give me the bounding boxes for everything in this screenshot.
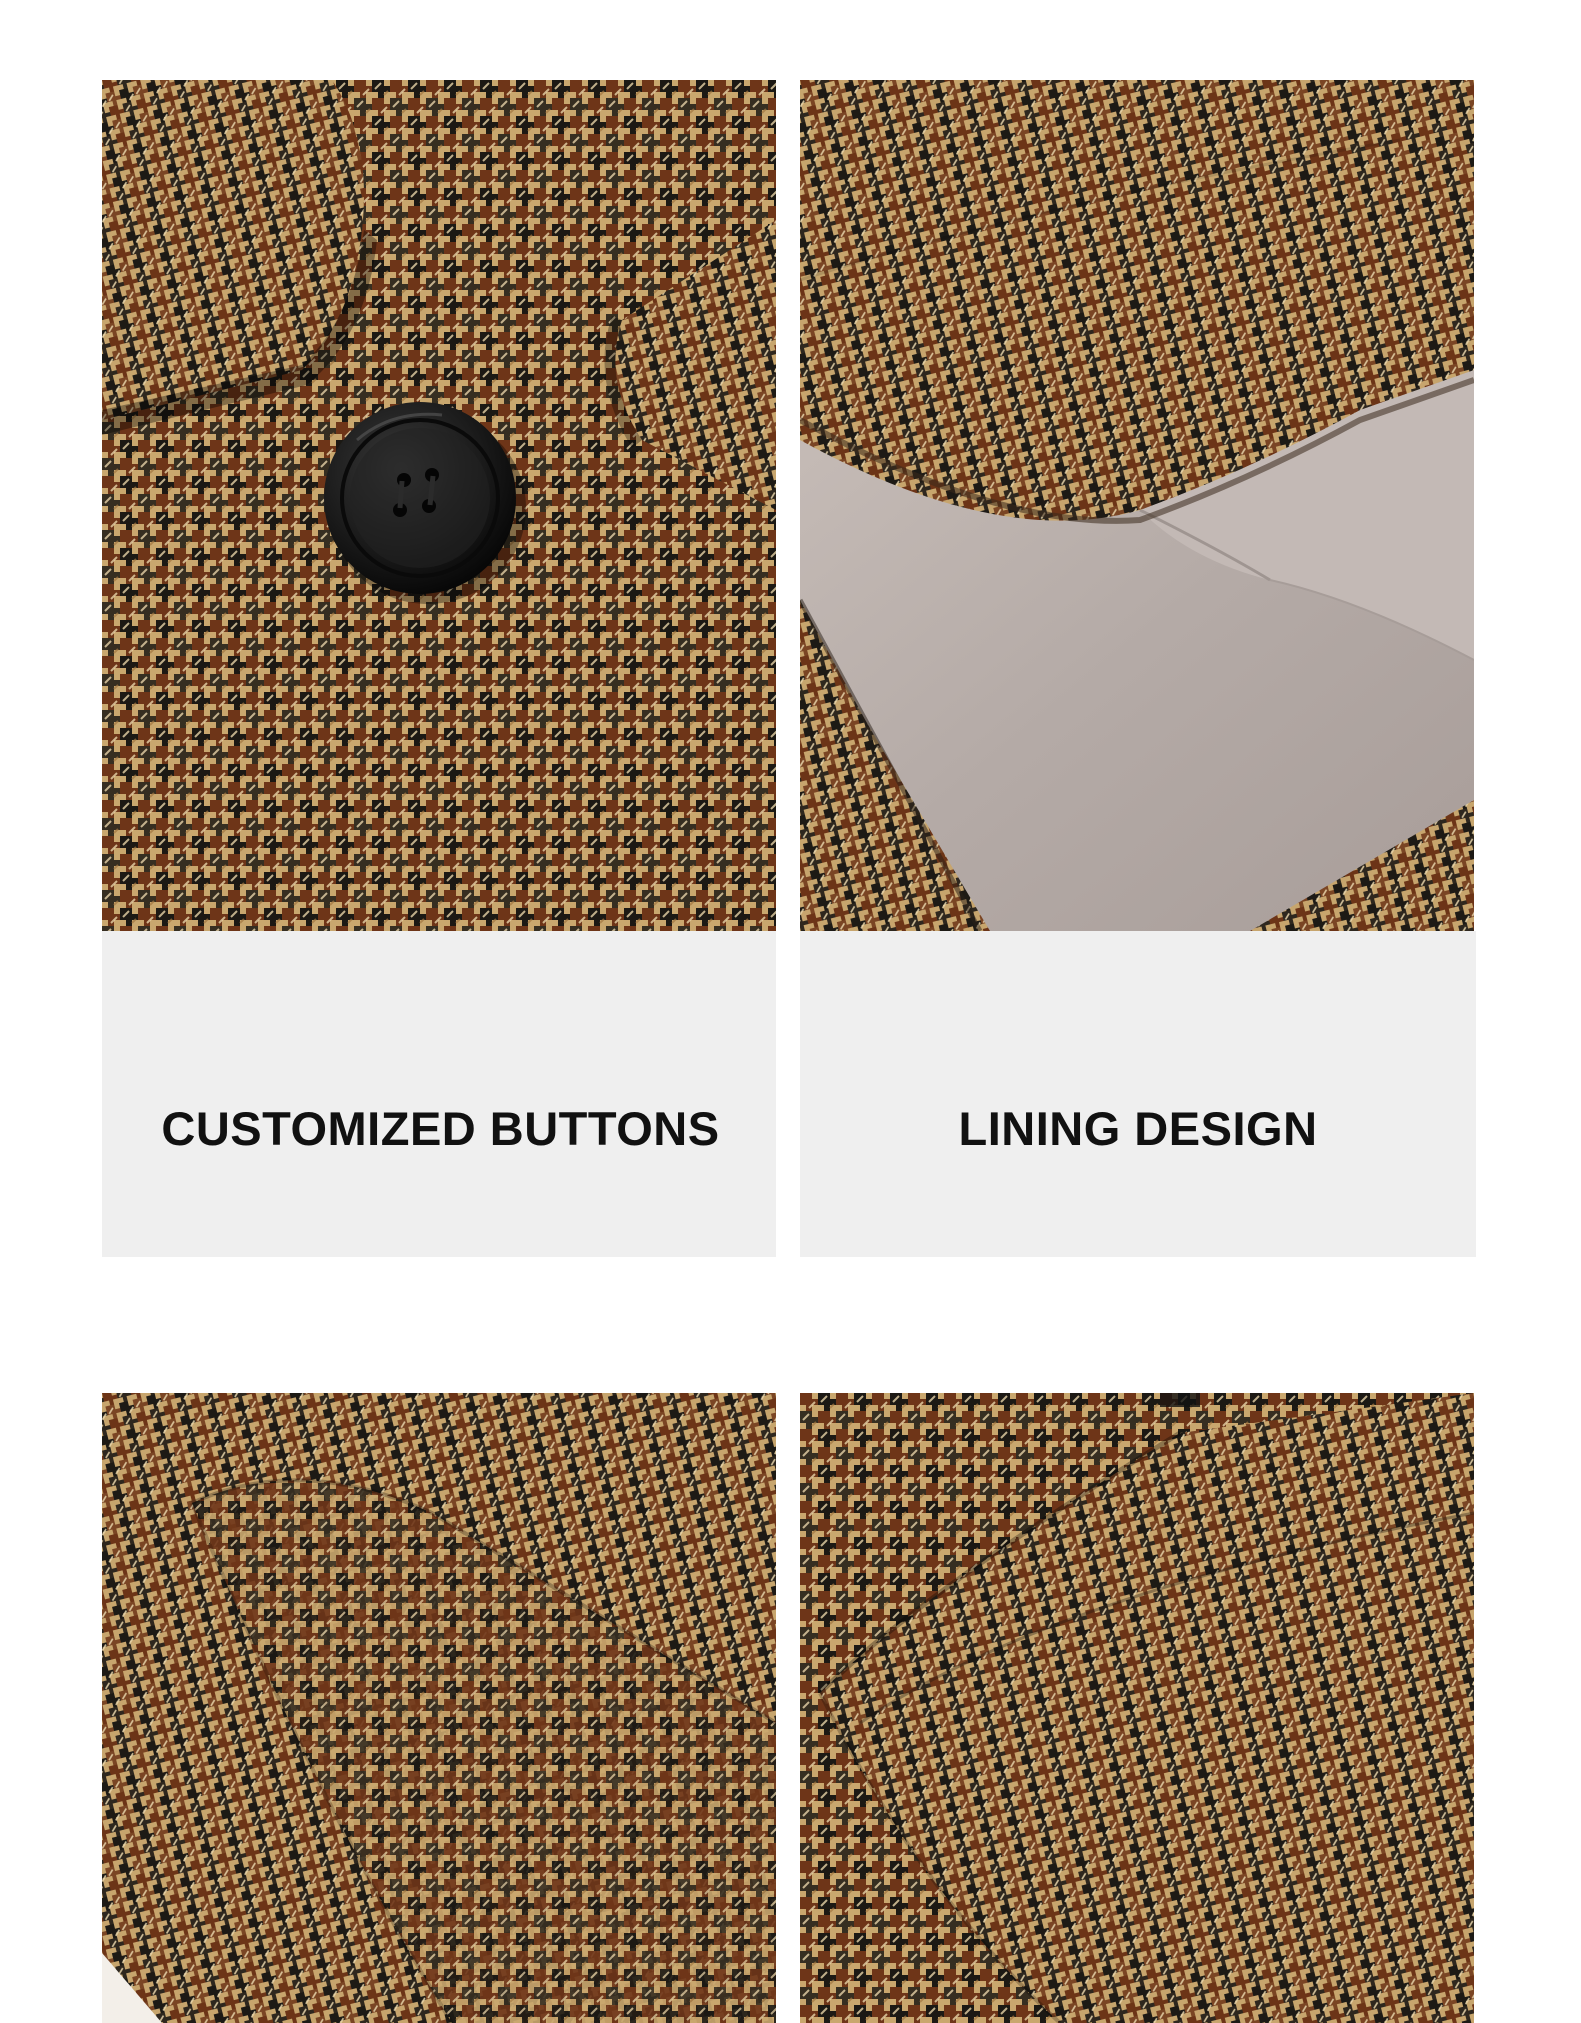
button-detail-photo: [102, 80, 776, 931]
product-tile-lining: LINING DESIGN: [800, 80, 1476, 1257]
product-tile-pocket: [102, 1393, 776, 2023]
caption-buttons: CUSTOMIZED BUTTONS: [161, 1102, 720, 1155]
product-tile-buttons: CUSTOMIZED BUTTONS: [102, 80, 776, 1257]
pocket-detail-photo: [102, 1393, 776, 2023]
cuff-detail-photo: [800, 1393, 1474, 2023]
caption-lining: LINING DESIGN: [958, 1102, 1318, 1155]
caption-box-lining: LINING DESIGN: [800, 931, 1476, 1257]
caption-box-buttons: CUSTOMIZED BUTTONS: [102, 931, 776, 1257]
product-tile-cuff: [800, 1393, 1474, 2023]
lining-detail-photo: [800, 80, 1474, 931]
